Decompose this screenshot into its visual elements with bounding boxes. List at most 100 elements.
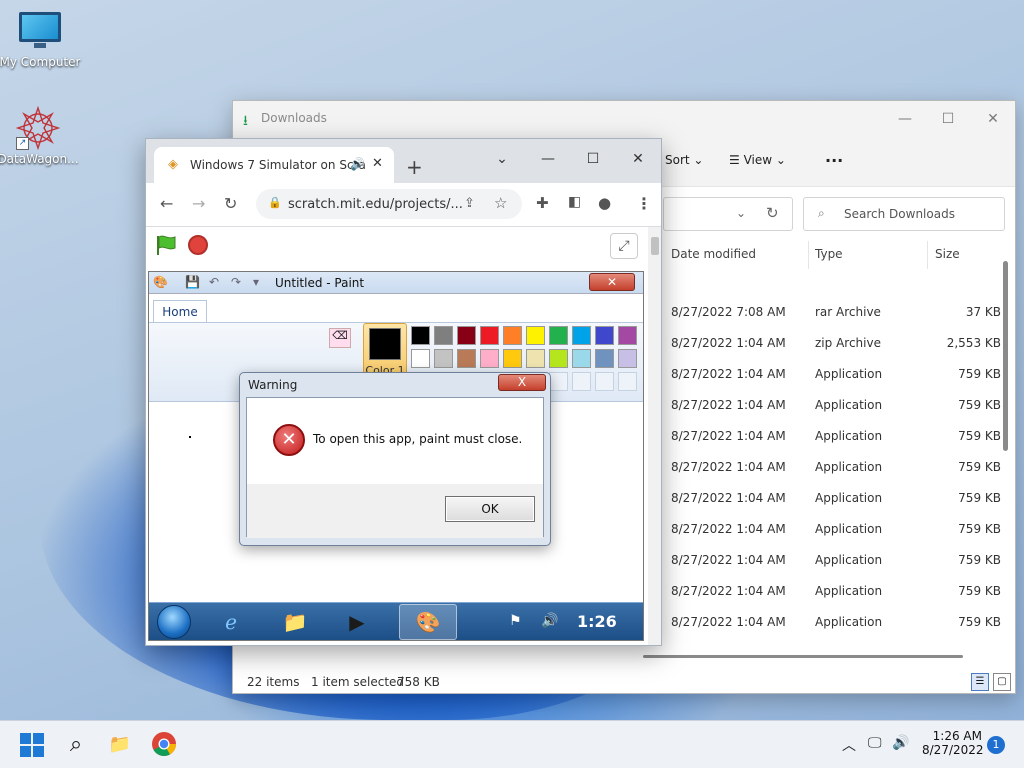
file-row[interactable]: 8/27/2022 1:04 AM Application 759 KB bbox=[671, 454, 1001, 485]
internet-explorer-icon[interactable]: ℯ bbox=[211, 607, 251, 637]
palette-swatch[interactable] bbox=[503, 326, 522, 345]
palette-swatch[interactable] bbox=[595, 349, 614, 368]
custom-color-slot[interactable] bbox=[549, 372, 568, 391]
browser-tab[interactable]: ◈ Windows 7 Simulator on Scratch 🔊 ✕ bbox=[154, 147, 394, 183]
address-bar[interactable]: ⌄ ↻ bbox=[663, 197, 793, 231]
file-row[interactable]: 8/27/2022 1:04 AM Application 759 KB bbox=[671, 423, 1001, 454]
custom-color-slot[interactable] bbox=[572, 372, 591, 391]
column-separator[interactable] bbox=[808, 241, 809, 269]
palette-swatch[interactable] bbox=[457, 326, 476, 345]
stop-sign-icon[interactable] bbox=[188, 235, 208, 255]
new-tab-button[interactable]: + bbox=[406, 155, 423, 179]
undo-icon[interactable]: ↶ bbox=[209, 275, 219, 289]
file-row[interactable]: 8/27/2022 1:04 AM zip Archive 2,553 KB bbox=[671, 330, 1001, 361]
fullscreen-icon[interactable]: ⤢ bbox=[610, 233, 638, 259]
menu-icon[interactable]: ⋮ bbox=[636, 194, 652, 213]
palette-swatch[interactable] bbox=[549, 326, 568, 345]
lock-icon[interactable]: 🔒 bbox=[268, 196, 282, 209]
start-button-windows-icon[interactable] bbox=[20, 733, 44, 757]
file-row[interactable]: 8/27/2022 1:04 AM Application 759 KB bbox=[671, 609, 1001, 640]
volume-icon[interactable]: 🔊 bbox=[541, 613, 558, 629]
extensions-icon[interactable]: ✚ bbox=[536, 194, 549, 212]
view-button[interactable]: ☰ View ⌄ bbox=[729, 153, 786, 167]
palette-swatch[interactable] bbox=[480, 326, 499, 345]
volume-icon[interactable]: 🔊 bbox=[892, 735, 909, 751]
save-icon[interactable]: 💾 bbox=[185, 275, 200, 289]
palette-swatch[interactable] bbox=[572, 349, 591, 368]
custom-color-slot[interactable] bbox=[618, 372, 637, 391]
palette-swatch[interactable] bbox=[434, 326, 453, 345]
tiles-view-icon[interactable]: ▢ bbox=[993, 673, 1011, 691]
speaker-icon[interactable]: 🔊 bbox=[350, 157, 365, 171]
scratch-stage[interactable]: 🎨 💾 ↶ ↷ ▾ Untitled - Paint ✕ Home ⌫ Colo… bbox=[148, 271, 644, 641]
close-tab-icon[interactable]: ✕ bbox=[372, 156, 383, 171]
desktop-icon-datawagon[interactable]: ↗ DataWagon... bbox=[0, 106, 80, 166]
horizontal-scrollbar[interactable] bbox=[643, 655, 963, 658]
file-row[interactable]: 8/27/2022 1:04 AM Application 759 KB bbox=[671, 547, 1001, 578]
taskbar-clock[interactable]: 1:26 AM 8/27/2022 bbox=[922, 729, 984, 757]
refresh-icon[interactable]: ↻ bbox=[766, 204, 779, 222]
ok-button[interactable]: OK bbox=[445, 496, 535, 522]
close-button[interactable]: ✕ bbox=[973, 107, 1013, 131]
palette-swatch[interactable] bbox=[480, 349, 499, 368]
minimize-button[interactable]: — bbox=[885, 107, 925, 131]
more-options-button[interactable]: ... bbox=[825, 147, 843, 166]
palette-swatch[interactable] bbox=[618, 326, 637, 345]
chrome-icon[interactable] bbox=[150, 731, 178, 759]
bookmark-star-icon[interactable]: ☆ bbox=[494, 194, 507, 212]
minimize-button[interactable]: — bbox=[526, 145, 570, 173]
palette-swatch[interactable] bbox=[595, 326, 614, 345]
search-input[interactable]: ⌕ Search Downloads bbox=[803, 197, 1005, 231]
sort-button[interactable]: Sort ⌄ bbox=[665, 153, 703, 167]
tab-search-chevron-icon[interactable]: ⌄ bbox=[480, 145, 524, 173]
custom-color-slot[interactable] bbox=[595, 372, 614, 391]
green-flag-icon[interactable] bbox=[154, 234, 178, 256]
palette-swatch[interactable] bbox=[572, 326, 591, 345]
file-row[interactable]: 8/27/2022 1:04 AM Application 759 KB bbox=[671, 485, 1001, 516]
profile-icon[interactable]: ● bbox=[598, 194, 611, 212]
palette-swatch[interactable] bbox=[549, 349, 568, 368]
column-header-date[interactable]: Date modified bbox=[671, 247, 756, 261]
file-explorer-icon[interactable]: 📁 bbox=[106, 731, 134, 759]
column-header-type[interactable]: Type bbox=[815, 247, 843, 261]
file-row[interactable]: 8/27/2022 1:04 AM Application 759 KB bbox=[671, 578, 1001, 609]
palette-swatch[interactable] bbox=[457, 349, 476, 368]
search-icon[interactable]: ⌕ bbox=[62, 731, 90, 759]
palette-swatch[interactable] bbox=[618, 349, 637, 368]
palette-swatch[interactable] bbox=[526, 349, 545, 368]
file-row[interactable]: 8/27/2022 1:04 AM Application 759 KB bbox=[671, 516, 1001, 547]
action-center-flag-icon[interactable]: ⚑ bbox=[509, 613, 522, 629]
forward-icon[interactable]: → bbox=[192, 194, 205, 213]
quick-access-dropdown-icon[interactable]: ▾ bbox=[253, 275, 259, 289]
redo-icon[interactable]: ↷ bbox=[231, 275, 241, 289]
palette-swatch[interactable] bbox=[434, 349, 453, 368]
details-view-icon[interactable]: ☰ bbox=[971, 673, 989, 691]
address-bar[interactable]: 🔒 scratch.mit.edu/projects/... ⇪ ☆ bbox=[256, 189, 522, 219]
back-icon[interactable]: ← bbox=[160, 194, 173, 213]
file-row[interactable]: 8/27/2022 1:04 AM Application 759 KB bbox=[671, 361, 1001, 392]
dialog-close-button[interactable]: X bbox=[498, 374, 546, 391]
chevron-down-icon[interactable]: ⌄ bbox=[736, 206, 746, 220]
notification-badge[interactable]: 1 bbox=[987, 736, 1005, 754]
close-button[interactable]: ✕ bbox=[616, 145, 660, 173]
column-separator[interactable] bbox=[927, 241, 928, 269]
maximize-button[interactable]: ☐ bbox=[928, 107, 968, 131]
page-scrollbar[interactable] bbox=[648, 227, 661, 645]
maximize-button[interactable]: ☐ bbox=[571, 145, 615, 173]
column-header-size[interactable]: Size bbox=[935, 247, 960, 261]
paint-close-button[interactable]: ✕ bbox=[589, 273, 635, 291]
palette-swatch[interactable] bbox=[411, 349, 430, 368]
reload-icon[interactable]: ↻ bbox=[224, 194, 237, 213]
paint-taskbar-button[interactable]: 🎨 bbox=[399, 604, 457, 640]
palette-swatch[interactable] bbox=[411, 326, 430, 345]
palette-swatch[interactable] bbox=[503, 349, 522, 368]
eraser-icon[interactable]: ⌫ bbox=[329, 328, 351, 348]
side-panel-icon[interactable]: ◧ bbox=[568, 194, 581, 210]
show-hidden-icons-chevron-icon[interactable]: ︿ bbox=[842, 735, 856, 755]
media-player-icon[interactable]: ▶ bbox=[337, 607, 377, 637]
share-icon[interactable]: ⇪ bbox=[464, 196, 475, 211]
file-row[interactable]: 8/27/2022 7:08 AM rar Archive 37 KB bbox=[671, 299, 1001, 330]
win7-start-orb-icon[interactable] bbox=[157, 605, 191, 639]
vertical-scrollbar[interactable] bbox=[1003, 261, 1008, 451]
palette-swatch[interactable] bbox=[526, 326, 545, 345]
